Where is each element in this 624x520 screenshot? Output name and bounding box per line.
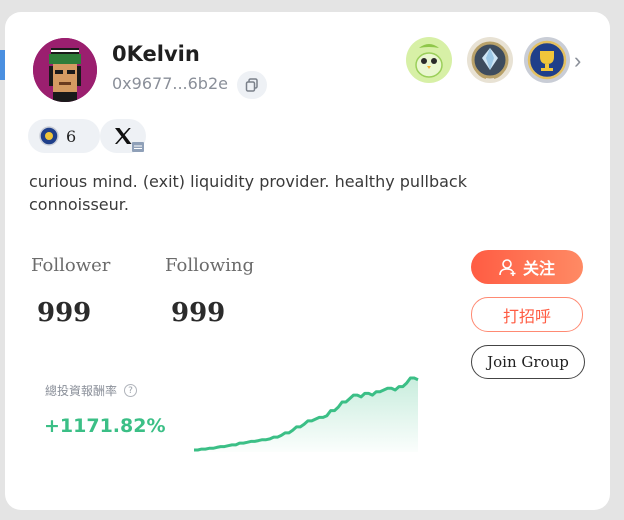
medal-count-chip[interactable]: 6 bbox=[28, 119, 100, 153]
roi-value: +1171.82% bbox=[44, 415, 166, 437]
roi-label: 總投資報酬率 bbox=[45, 384, 118, 398]
join-group-button-label: Join Group bbox=[487, 353, 569, 371]
trophy-badge[interactable] bbox=[523, 36, 571, 84]
diamond-wreath-badge[interactable] bbox=[466, 36, 514, 84]
roi-label-row: 總投資報酬率 ? bbox=[45, 382, 138, 399]
username: 0Kelvin bbox=[112, 42, 200, 66]
greet-button-label: 打招呼 bbox=[502, 306, 551, 326]
follower-count[interactable]: 999 bbox=[37, 298, 91, 328]
help-icon[interactable]: ? bbox=[124, 384, 138, 397]
bio-text: curious mind. (exit) liquidity provider.… bbox=[29, 172, 467, 214]
medal-icon bbox=[39, 126, 59, 146]
verified-mail-icon bbox=[132, 142, 144, 152]
green-bird-badge[interactable] bbox=[405, 36, 453, 84]
add-user-icon bbox=[499, 259, 516, 276]
follow-button[interactable]: 关注 bbox=[471, 250, 583, 284]
join-group-button[interactable]: Join Group bbox=[471, 345, 585, 379]
medal-count: 6 bbox=[66, 127, 77, 146]
twitter-link-chip[interactable] bbox=[100, 119, 146, 153]
follow-button-label: 关注 bbox=[522, 259, 555, 278]
copy-icon bbox=[245, 78, 258, 92]
x-icon bbox=[115, 128, 132, 144]
following-count[interactable]: 999 bbox=[171, 298, 225, 328]
trophy-badge-icon bbox=[524, 37, 570, 83]
wallet-address: 0x9677...6b2e bbox=[112, 74, 228, 93]
copy-address-button[interactable] bbox=[237, 71, 267, 99]
following-label: Following bbox=[165, 255, 254, 276]
diamond-wreath-badge-icon bbox=[467, 37, 513, 83]
chevron-right-icon[interactable]: › bbox=[574, 48, 581, 74]
avatar[interactable] bbox=[33, 38, 97, 102]
green-bird-badge-icon bbox=[406, 37, 452, 83]
follower-label: Follower bbox=[31, 255, 111, 276]
roi-sparkline bbox=[194, 376, 419, 452]
greet-button[interactable]: 打招呼 bbox=[471, 297, 583, 332]
avatar-image bbox=[33, 38, 97, 102]
profile-card: 0Kelvin 0x9677...6b2e › 6 curious mind. … bbox=[5, 12, 610, 510]
